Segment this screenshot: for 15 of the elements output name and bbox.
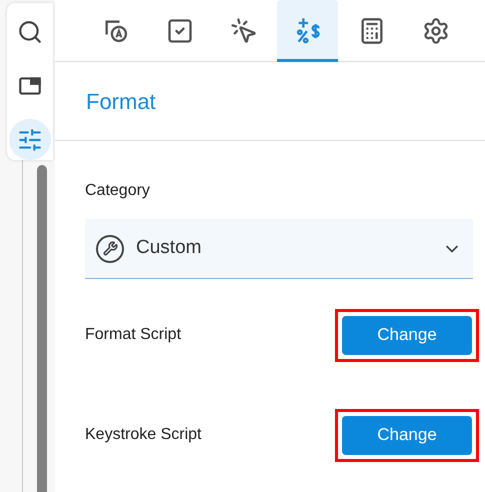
tab[interactable] [277,0,338,62]
change-button[interactable]: Change [342,316,472,354]
sliders-icon [17,126,43,153]
category-dropdown[interactable]: Custom [85,219,473,279]
scrollbar[interactable] [37,165,47,492]
checkbox-icon [166,17,194,45]
settings-icon [422,17,450,45]
panel-title: Format [86,88,156,116]
change-button[interactable]: Change [342,416,472,454]
category-label: Category [85,181,151,201]
wrench-icon [96,234,124,262]
pointer-click-icon [230,17,258,45]
script-label: Format Script [85,325,182,345]
script-label: Keystroke Script [85,425,202,445]
search-icon [17,19,43,46]
